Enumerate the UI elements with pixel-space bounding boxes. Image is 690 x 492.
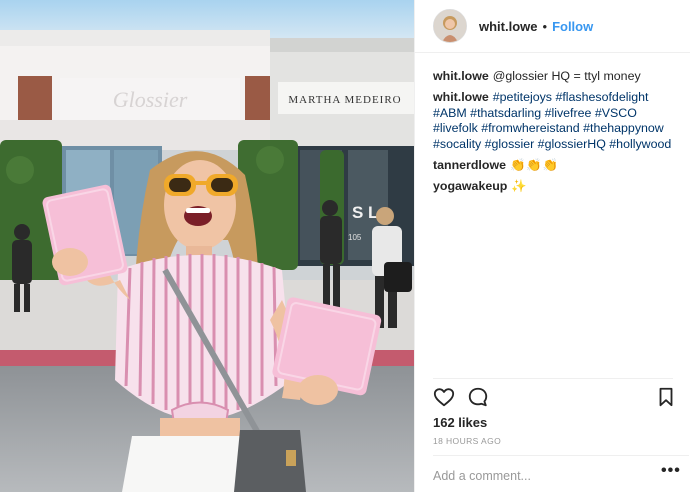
post-photo[interactable]: Glossier MARTHA MEDEIRO S L 105 [0,0,414,492]
comment-item-hashtags: whit.lowe #petitejoys #flashesofdelight #… [433,90,673,152]
storefront-letters: S L [352,203,378,222]
comment-text: @glossier HQ = ttyl money [492,69,641,83]
comment-bubble-icon[interactable] [467,386,489,408]
comment-item: yogawakeup ✨ [433,179,673,194]
instagram-post: Glossier MARTHA MEDEIRO S L 105 whit.low… [0,0,690,492]
post-panel: whit.lowe • Follow whit.lowe @glossier HQ… [415,0,690,492]
header-separator: • [542,18,548,34]
comment-username[interactable]: yogawakeup [433,179,507,193]
profile-avatar[interactable] [433,9,467,43]
action-bar [433,386,673,408]
header-username[interactable]: whit.lowe [479,19,538,34]
follow-button[interactable]: Follow [552,19,593,34]
post-header: whit.lowe • Follow [415,0,690,52]
heart-icon[interactable] [433,386,455,408]
add-comment-input[interactable] [433,467,643,485]
comment-username[interactable]: whit.lowe [433,90,489,104]
clapping-hands-icon: 👏👏👏 [509,158,560,173]
comment-box-divider [433,455,689,456]
martha-medeiros-sign: MARTHA MEDEIRO [288,94,401,106]
comment-username[interactable]: whit.lowe [433,69,489,83]
actions-divider [433,378,673,379]
comment-item: whit.lowe @glossier HQ = ttyl money [433,69,673,84]
avatar-image [434,10,466,42]
comments-list: whit.lowe @glossier HQ = ttyl money whit.… [433,69,673,201]
comment-item: tannerdlowe 👏👏👏 [433,158,673,173]
post-timestamp[interactable]: 18 HOURS AGO [433,436,501,446]
bookmark-icon[interactable] [655,386,677,408]
store-number: 105 [348,233,362,242]
more-options-icon[interactable]: ••• [661,462,681,480]
glossier-sign: Glossier [113,87,188,112]
likes-count[interactable]: 162 likes [433,415,487,430]
sparkles-icon: ✨ [511,179,527,194]
header-divider [415,52,690,53]
photo-illustration: Glossier MARTHA MEDEIRO S L 105 [0,0,414,492]
comment-username[interactable]: tannerdlowe [433,158,506,172]
